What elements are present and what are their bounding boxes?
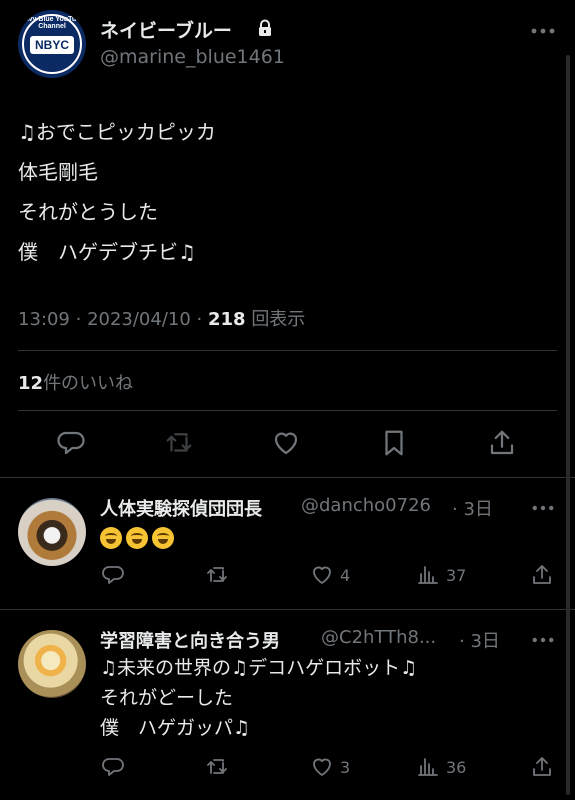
avatar-ring-text: Navy Blue YouTube Channel xyxy=(19,16,85,30)
rofl-emoji-icon xyxy=(126,527,148,549)
tweet-meta: 13:09 · 2023/04/10 · 218 回表示 xyxy=(18,305,305,331)
views-icon xyxy=(418,758,438,776)
likes-summary[interactable]: 12件のいいね xyxy=(18,369,133,395)
more-icon[interactable] xyxy=(532,505,554,511)
reply-display-name[interactable]: 学習障害と向き合う男 xyxy=(100,627,280,653)
reply-line: 僕 ハゲガッパ♫ xyxy=(100,717,251,739)
tweet-line: 体毛剛毛 xyxy=(18,160,98,184)
reply-time-value: 3日 xyxy=(463,499,493,520)
tweet-date[interactable]: 2023/04/10 xyxy=(87,309,191,330)
like-button[interactable]: 3 xyxy=(310,755,350,779)
like-count: 4 xyxy=(340,565,351,585)
views-button[interactable]: 36 xyxy=(416,755,466,779)
reply-time[interactable]: · 3日 xyxy=(459,627,500,653)
share-icon[interactable] xyxy=(530,755,554,779)
tweet-line: それがとうした xyxy=(18,200,158,224)
more-icon[interactable] xyxy=(532,637,554,643)
avatar[interactable] xyxy=(18,498,86,566)
avatar-logo: NBYC xyxy=(30,36,74,54)
like-icon[interactable] xyxy=(271,428,301,458)
like-button[interactable]: 4 xyxy=(310,563,350,587)
tweet-line: ♫おでこピッカピッカ xyxy=(18,120,216,144)
like-icon xyxy=(313,758,331,776)
reply-action-bar: 3 36 xyxy=(0,755,575,781)
retweet-icon[interactable] xyxy=(204,563,230,587)
share-icon[interactable] xyxy=(487,428,517,458)
scrollbar[interactable] xyxy=(566,55,570,795)
share-icon[interactable] xyxy=(530,563,554,587)
view-count: 37 xyxy=(446,565,467,585)
tweet-line: 僕 ハゲデブチビ♫ xyxy=(18,240,196,264)
rofl-emoji-icon xyxy=(152,527,174,549)
avatar[interactable] xyxy=(18,630,86,698)
meta-separator: · xyxy=(196,309,208,330)
rofl-emoji-icon xyxy=(100,527,122,549)
reply-time-value: 3日 xyxy=(470,631,500,652)
main-tweet-header: Navy Blue YouTube Channel NBYC ネイビーブルー @… xyxy=(18,10,575,80)
divider xyxy=(18,350,557,351)
divider xyxy=(0,477,575,478)
reply-line: ♫未来の世界の♫デコハゲロボット♫ xyxy=(100,657,418,679)
view-count: 36 xyxy=(446,757,467,777)
views-label: 回表示 xyxy=(251,309,306,330)
reply-action-bar: 4 37 xyxy=(0,563,575,589)
reply-icon[interactable] xyxy=(56,428,86,458)
views-count: 218 xyxy=(208,309,246,330)
reply-icon[interactable] xyxy=(101,563,125,587)
reply-icon[interactable] xyxy=(101,755,125,779)
views-icon xyxy=(418,566,438,584)
views-button[interactable]: 37 xyxy=(416,563,466,587)
reply-line: それがどーした xyxy=(100,687,234,709)
likes-count: 12 xyxy=(18,373,44,394)
reply-handle[interactable]: @C2hTTh8... xyxy=(321,627,436,648)
likes-label: 件のいいね xyxy=(43,373,134,394)
tweet-time[interactable]: 13:09 xyxy=(18,309,70,330)
main-display-name[interactable]: ネイビーブルー xyxy=(100,16,232,43)
lock-icon xyxy=(257,19,273,37)
meta-separator: · xyxy=(75,309,88,330)
main-handle[interactable]: @marine_blue1461 xyxy=(100,46,285,68)
main-action-bar xyxy=(0,428,575,462)
retweet-icon[interactable] xyxy=(204,755,230,779)
reply-text: ♫未来の世界の♫デコハゲロボット♫ それがどーした 僕 ハゲガッパ♫ xyxy=(100,653,417,743)
bookmark-icon[interactable] xyxy=(379,428,409,458)
like-count: 3 xyxy=(340,757,351,777)
divider xyxy=(18,410,557,411)
reply-emoji-row xyxy=(100,524,178,554)
reply-display-name[interactable]: 人体実験探偵団団長 xyxy=(100,495,262,521)
reply-handle[interactable]: @dancho0726 xyxy=(301,495,431,516)
reply-time[interactable]: · 3日 xyxy=(452,495,493,521)
retweet-icon xyxy=(164,428,194,458)
divider xyxy=(0,609,575,610)
like-icon xyxy=(313,566,331,584)
more-icon[interactable] xyxy=(531,28,555,34)
main-tweet-text: ♫おでこピッカピッカ 体毛剛毛 それがとうした 僕 ハゲデブチビ♫ xyxy=(18,112,216,272)
main-avatar[interactable]: Navy Blue YouTube Channel NBYC xyxy=(18,10,86,78)
